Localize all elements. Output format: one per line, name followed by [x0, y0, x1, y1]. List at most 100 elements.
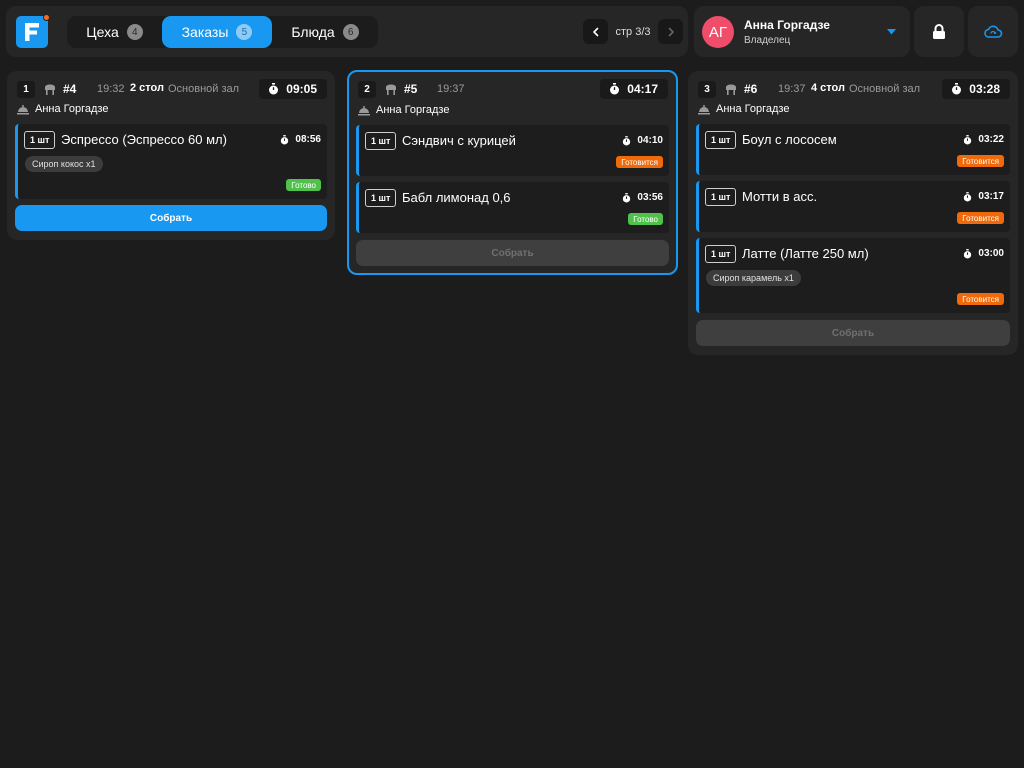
- stopwatch-icon: [964, 191, 972, 201]
- stopwatch-icon: [952, 83, 962, 95]
- order-item[interactable]: 1 шт Латте (Латте 250 мл) 03:00 Сироп ка…: [696, 238, 1010, 313]
- order-index: 3: [698, 81, 716, 98]
- order-table: 4 стол: [811, 82, 845, 94]
- user-role: Владелец: [744, 35, 791, 46]
- tab-label: Заказы: [181, 24, 229, 40]
- top-bar: Цеха 4 Заказы 5 Блюда 6 стр 3/3: [6, 6, 688, 57]
- item-quantity: 1 шт: [705, 188, 737, 206]
- order-timer: 04:17: [600, 79, 668, 99]
- order-timer: 09:05: [259, 79, 327, 99]
- order-table: 2 стол: [130, 82, 164, 94]
- item-timer: 03:56: [622, 192, 663, 203]
- stopwatch-icon: [964, 248, 972, 258]
- stopwatch-icon: [623, 135, 631, 145]
- order-index: 1: [17, 81, 35, 98]
- item-timer: 04:10: [622, 135, 663, 146]
- order-number: #5: [404, 82, 418, 96]
- table-icon: [726, 84, 736, 95]
- item-name: Боул с лососем: [742, 132, 837, 147]
- item-quantity: 1 шт: [705, 245, 737, 263]
- item-timer-value: 03:22: [978, 134, 1004, 145]
- item-quantity: 1 шт: [365, 189, 397, 207]
- item-timer: 03:17: [963, 191, 1004, 202]
- order-hall: Основной зал: [849, 83, 921, 95]
- status-badge: Готово: [286, 179, 321, 191]
- page-indicator: стр 3/3: [615, 25, 651, 38]
- avatar: АГ: [702, 16, 734, 48]
- order-waiter: Анна Горгадзе: [358, 104, 449, 116]
- stopwatch-icon: [964, 134, 972, 144]
- order-time: 19:37: [437, 83, 465, 95]
- waiter-name: Анна Горгадзе: [716, 103, 790, 115]
- order-item[interactable]: 1 шт Сэндвич с курицей 04:10 Готовится: [356, 125, 669, 176]
- item-name: Мотти в асс.: [742, 189, 818, 204]
- tab-count-badge: 5: [236, 24, 253, 40]
- waiter-name: Анна Горгадзе: [35, 103, 109, 115]
- item-timer-value: 03:56: [637, 192, 663, 203]
- app-logo[interactable]: [16, 14, 50, 48]
- order-item[interactable]: 1 шт Мотти в асс. 03:17 Готовится: [696, 181, 1010, 232]
- waiter-name: Анна Горгадзе: [376, 104, 450, 116]
- tab-label: Цеха: [86, 24, 119, 40]
- item-quantity: 1 шт: [24, 131, 56, 149]
- item-modifier: Сироп карамель x1: [706, 270, 801, 286]
- section-tabs: Цеха 4 Заказы 5 Блюда 6: [67, 16, 378, 48]
- lock-button[interactable]: [914, 6, 964, 57]
- item-quantity: 1 шт: [365, 132, 397, 150]
- item-timer-value: 08:56: [295, 134, 321, 145]
- tab-orders[interactable]: Заказы 5: [162, 16, 272, 48]
- tab-label: Блюда: [291, 24, 335, 40]
- order-index: 2: [358, 81, 376, 98]
- tab-count-badge: 6: [342, 24, 359, 40]
- order-item[interactable]: 1 шт Боул с лососем 03:22 Готовится: [696, 124, 1010, 175]
- collect-button[interactable]: Собрать: [15, 205, 327, 231]
- item-name: Сэндвич с курицей: [402, 133, 516, 148]
- order-number: #4: [63, 82, 77, 96]
- user-menu[interactable]: АГ Анна Горгадзе Владелец: [694, 6, 910, 57]
- chevron-left-icon: [592, 27, 598, 36]
- order-timer-value: 03:28: [969, 82, 1000, 96]
- dropdown-caret-icon: [887, 29, 896, 35]
- next-page-button[interactable]: [658, 19, 683, 44]
- item-name: Бабл лимонад 0,6: [402, 190, 511, 205]
- prev-page-button[interactable]: [583, 19, 608, 44]
- order-card[interactable]: 1 #4 19:32 2 стол Основной зал 09:05 Анн…: [7, 71, 335, 240]
- item-modifier: Сироп кокос x1: [25, 156, 103, 172]
- stopwatch-icon: [269, 83, 279, 95]
- tab-workshops[interactable]: Цеха 4: [67, 16, 162, 48]
- item-timer-value: 03:17: [978, 191, 1004, 202]
- order-card-selected[interactable]: 2 #5 19:37 04:17 Анна Горгадзе 1 шт Сэнд…: [347, 70, 678, 275]
- order-item[interactable]: 1 шт Эспрессо (Эспрессо 60 мл) 08:56 Сир…: [15, 124, 327, 199]
- notification-dot: [43, 14, 50, 21]
- logo-icon: [25, 23, 39, 41]
- order-waiter: Анна Горгадзе: [698, 103, 789, 115]
- item-name: Эспрессо (Эспрессо 60 мл): [61, 132, 227, 147]
- order-items: 1 шт Эспрессо (Эспрессо 60 мл) 08:56 Сир…: [15, 124, 327, 205]
- collect-button[interactable]: Собрать: [356, 240, 669, 266]
- order-item[interactable]: 1 шт Бабл лимонад 0,6 03:56 Готово: [356, 182, 669, 233]
- table-icon: [45, 84, 55, 95]
- collect-button[interactable]: Собрать: [696, 320, 1010, 346]
- item-timer-value: 03:00: [978, 248, 1004, 259]
- order-time: 19:32: [97, 83, 125, 95]
- order-waiter: Анна Горгадзе: [17, 103, 108, 115]
- user-name: Анна Горгадзе: [744, 18, 830, 32]
- waiter-icon: [17, 105, 29, 115]
- cloud-sync-button[interactable]: [968, 6, 1018, 57]
- item-name: Латте (Латте 250 мл): [742, 246, 869, 261]
- status-badge: Готовится: [957, 212, 1004, 224]
- order-items: 1 шт Боул с лососем 03:22 Готовится 1 шт…: [696, 124, 1010, 319]
- order-time: 19:37: [778, 83, 806, 95]
- stopwatch-icon: [610, 83, 620, 95]
- pagination: стр 3/3: [583, 19, 683, 44]
- status-badge: Готовится: [616, 156, 663, 168]
- tab-dishes[interactable]: Блюда 6: [272, 16, 378, 48]
- status-badge: Готово: [628, 213, 663, 225]
- cloud-sync-icon: [984, 25, 1003, 38]
- order-timer: 03:28: [942, 79, 1010, 99]
- status-badge: Готовится: [957, 155, 1004, 167]
- order-card[interactable]: 3 #6 19:37 4 стол Основной зал 03:28 Анн…: [688, 71, 1018, 355]
- status-badge: Готовится: [957, 293, 1004, 305]
- order-number: #6: [744, 82, 758, 96]
- waiter-icon: [358, 106, 370, 116]
